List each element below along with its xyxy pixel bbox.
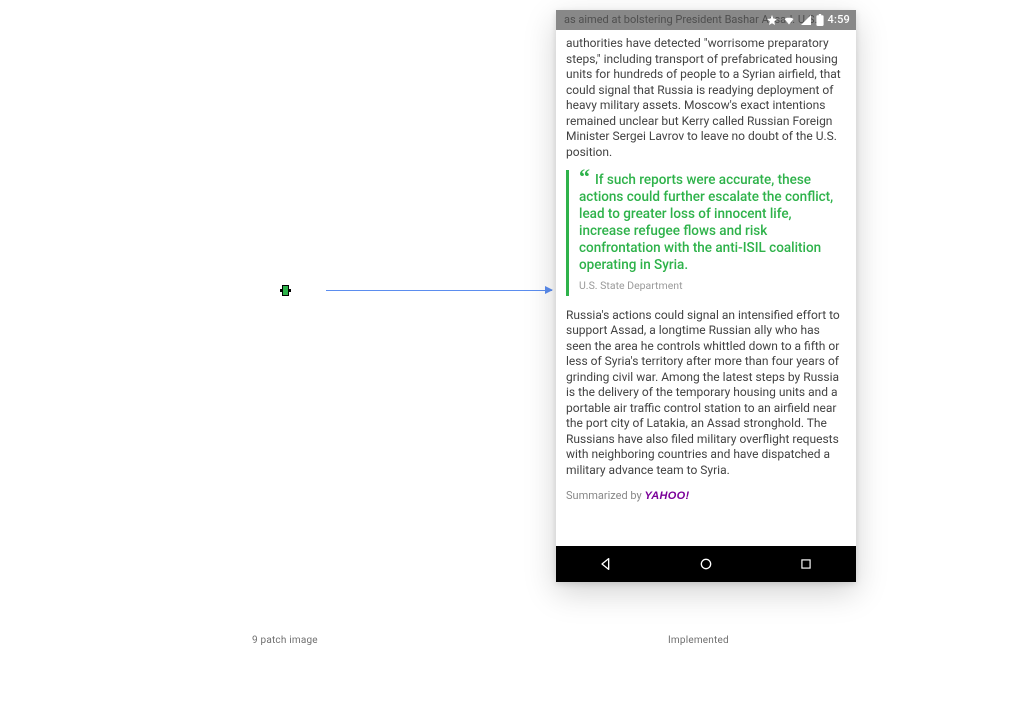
brand-exclamation: ! <box>686 490 690 502</box>
wifi-icon <box>782 14 796 26</box>
summarized-by-line: Summarized by YAHOO! <box>566 488 846 505</box>
status-time: 4:59 <box>828 13 850 27</box>
quote-mark-icon: “ <box>579 172 590 182</box>
relation-arrow <box>326 290 552 291</box>
android-nav-bar <box>556 546 856 582</box>
signal-icon <box>800 14 812 26</box>
nav-back-button[interactable] <box>576 546 636 582</box>
summarized-by-prefix: Summarized by <box>566 489 644 502</box>
nav-home-button[interactable] <box>676 546 736 582</box>
article-paragraph-bottom: Russia's actions could signal an intensi… <box>566 308 846 479</box>
article-paragraph-top: authorities have detected "worrisome pre… <box>566 36 846 160</box>
quote-attribution: U.S. State Department <box>579 278 842 294</box>
battery-icon <box>816 14 824 26</box>
device-frame: as aimed at bolstering President Bashar … <box>556 10 856 582</box>
brand-name: YAHOO <box>644 490 685 502</box>
nav-recents-button[interactable] <box>776 546 836 582</box>
quote-text: If such reports were accurate, these act… <box>579 172 833 273</box>
brand-yahoo: YAHOO! <box>644 490 689 502</box>
caption-9patch: 9 patch image <box>252 635 318 646</box>
nine-patch-asset <box>282 285 289 296</box>
status-bar: as aimed at bolstering President Bashar … <box>556 10 856 30</box>
article-content[interactable]: authorities have detected "worrisome pre… <box>556 30 856 546</box>
pull-quote: “ If such reports were accurate, these a… <box>566 170 846 296</box>
star-icon <box>766 14 778 26</box>
status-icons-group: 4:59 <box>766 10 850 30</box>
caption-implemented: Implemented <box>668 635 729 646</box>
